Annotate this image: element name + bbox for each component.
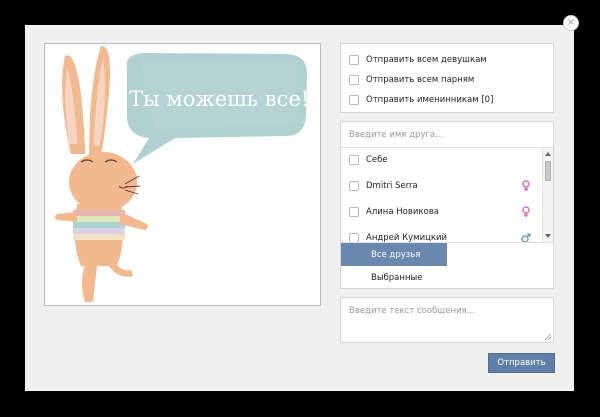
female-icon xyxy=(522,206,530,217)
message-box xyxy=(340,297,554,343)
female-icon xyxy=(522,180,530,191)
list-item[interactable]: Алина Новикова xyxy=(341,199,553,225)
friends-list: Себе Dmitri Serra Алина Новикова Андрей … xyxy=(341,148,553,242)
postcard-image: Ты можешь все! xyxy=(44,43,321,306)
bunny-illustration: Ты можешь все! xyxy=(55,45,309,302)
resize-grip-icon[interactable] xyxy=(544,333,551,340)
scroll-up-icon[interactable] xyxy=(545,152,551,156)
friends-tabs: Все друзья Выбранные xyxy=(341,242,553,289)
checkbox[interactable] xyxy=(349,95,359,105)
list-item[interactable]: Андрей Кумицкий xyxy=(341,225,553,242)
option-birthdays[interactable]: Отправить именинникам [0] xyxy=(349,90,545,110)
scroll-thumb[interactable] xyxy=(545,161,551,181)
friend-search xyxy=(341,122,553,148)
checkbox[interactable] xyxy=(349,181,359,191)
checkbox[interactable] xyxy=(349,155,359,165)
checkbox[interactable] xyxy=(349,55,359,65)
friend-search-input[interactable] xyxy=(349,129,545,140)
send-button[interactable]: Отправить xyxy=(488,353,555,373)
message-input[interactable] xyxy=(349,306,545,334)
checkbox[interactable] xyxy=(349,75,359,85)
list-item[interactable]: Dmitri Serra xyxy=(341,173,553,199)
recipient-options: Отправить всем девушкам Отправить всем п… xyxy=(340,43,554,113)
option-all-girls[interactable]: Отправить всем девушкам xyxy=(349,50,545,70)
checkbox[interactable] xyxy=(349,207,359,217)
option-all-boys[interactable]: Отправить всем парням xyxy=(349,70,545,90)
speech-text: Ты можешь все! xyxy=(129,87,309,111)
friends-selector: Себе Dmitri Serra Алина Новикова Андрей … xyxy=(340,121,554,289)
male-icon xyxy=(521,233,531,242)
tab-all-friends[interactable]: Все друзья xyxy=(341,243,447,266)
friends-scrollbar[interactable] xyxy=(542,148,553,242)
tab-selected[interactable]: Выбранные xyxy=(341,266,553,289)
list-item[interactable]: Себе xyxy=(341,148,553,173)
checkbox[interactable] xyxy=(349,233,359,242)
close-button[interactable]: × xyxy=(563,15,579,31)
scroll-down-icon[interactable] xyxy=(545,234,551,238)
